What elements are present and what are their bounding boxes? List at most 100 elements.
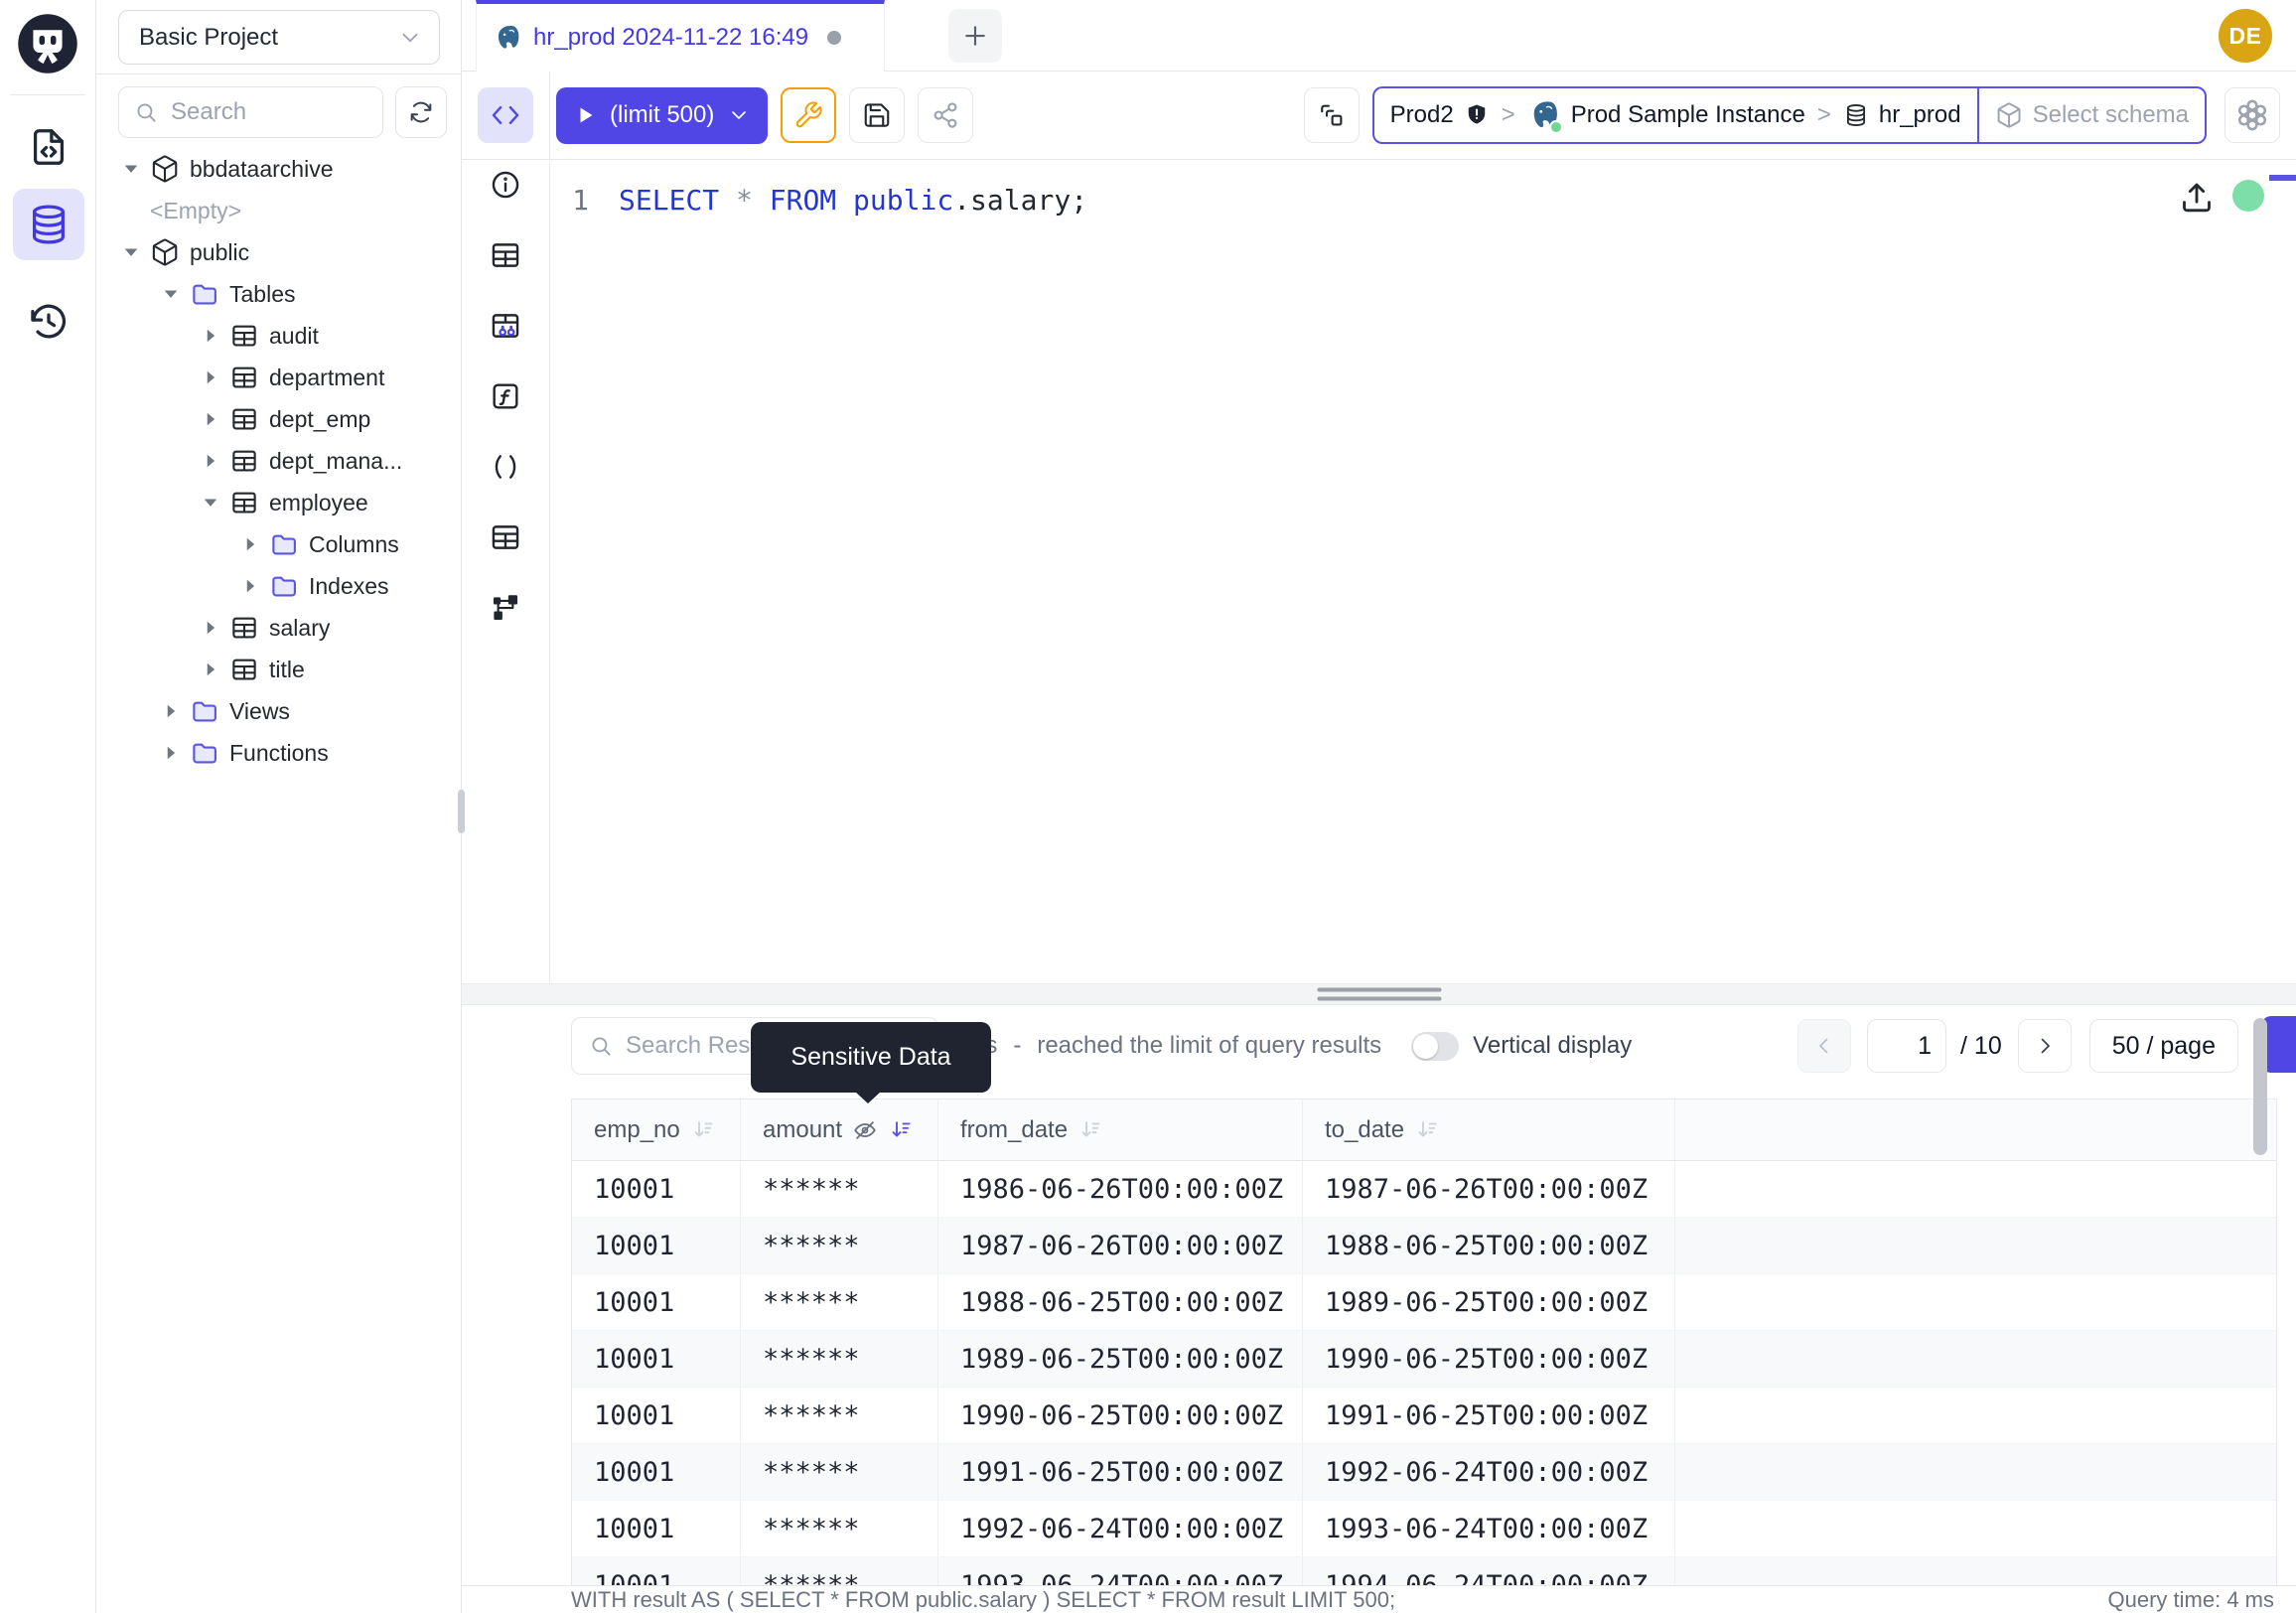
caret-down-icon[interactable] — [158, 281, 184, 307]
bytebase-logo-icon[interactable] — [13, 9, 82, 78]
table-row[interactable]: 10001******1989-06-25T00:00:00Z1990-06-2… — [572, 1331, 2276, 1388]
tree-item-views[interactable]: Views — [96, 690, 461, 732]
instance-status-dot — [1549, 120, 1563, 134]
sort-icon[interactable] — [1077, 1116, 1104, 1143]
tree-item-audit[interactable]: audit — [96, 315, 461, 357]
tree-item-salary[interactable]: salary — [96, 607, 461, 649]
tree-item-tables[interactable]: Tables — [96, 273, 461, 315]
table-cell: 1986-06-26T00:00:00Z — [938, 1161, 1303, 1217]
tree-item-label: Views — [229, 698, 290, 725]
caret-down-icon[interactable] — [118, 239, 144, 265]
caret-right-icon[interactable] — [158, 698, 184, 724]
share-button[interactable] — [918, 87, 973, 143]
table-cell — [1675, 1501, 2276, 1556]
tree-item-department[interactable]: department — [96, 357, 461, 398]
tree-item-columns[interactable]: Columns — [96, 523, 461, 565]
sort-icon[interactable] — [690, 1116, 717, 1143]
tree-item-dept-emp[interactable]: dept_emp — [96, 398, 461, 440]
table-strip-button[interactable] — [484, 233, 527, 277]
table-row[interactable]: 10001******1988-06-25T00:00:00Z1989-06-2… — [572, 1274, 2276, 1331]
prev-page-button[interactable] — [1797, 1019, 1851, 1073]
table-cell: 10001 — [572, 1274, 741, 1330]
avatar[interactable]: DE — [2219, 9, 2272, 63]
run-query-button[interactable]: (limit 500) — [556, 87, 768, 144]
caret-right-icon[interactable] — [237, 573, 263, 599]
history-nav-button[interactable] — [13, 286, 84, 358]
table-icon — [229, 655, 259, 684]
column-label: to_date — [1325, 1116, 1404, 1144]
column-header-amount[interactable]: amount — [741, 1100, 938, 1160]
table-row[interactable]: 10001******1992-06-24T00:00:00Z1993-06-2… — [572, 1501, 2276, 1557]
refresh-button[interactable] — [395, 86, 447, 138]
column-header-emp_no[interactable]: emp_no — [572, 1100, 741, 1160]
tree-item-functions[interactable]: Functions — [96, 732, 461, 774]
caret-right-icon[interactable] — [198, 615, 223, 641]
sidebar-resize-handle[interactable] — [458, 790, 465, 833]
tree-item-bbdataarchive[interactable]: bbdataarchive — [96, 148, 461, 190]
wrench-tool-button[interactable] — [781, 87, 836, 143]
table-cell: ****** — [741, 1388, 938, 1443]
format-button[interactable] — [1304, 87, 1360, 143]
caret-right-icon[interactable] — [237, 531, 263, 557]
vertical-display-toggle[interactable] — [1411, 1032, 1459, 1061]
schema-cube-icon — [1995, 101, 2023, 129]
results-scrollbar[interactable] — [2253, 1018, 2267, 1155]
tree-item-label: Columns — [309, 531, 399, 558]
table-strip-button[interactable] — [484, 515, 527, 559]
upload-button[interactable] — [2177, 178, 2217, 218]
tree-item-label: employee — [269, 490, 368, 516]
caret-right-icon[interactable] — [198, 657, 223, 682]
ai-assistant-button[interactable] — [2224, 87, 2280, 143]
line-number: 1 — [551, 179, 619, 222]
table-row[interactable]: 10001******1987-06-26T00:00:00Z1988-06-2… — [572, 1218, 2276, 1274]
column-header-from_date[interactable]: from_date — [938, 1100, 1303, 1160]
function-strip-button[interactable] — [484, 374, 527, 418]
table-cell: 1987-06-26T00:00:00Z — [938, 1218, 1303, 1273]
table-row[interactable]: 10001******1993-06-24T00:00:00Z1994-06-2… — [572, 1557, 2276, 1585]
sort-icon[interactable] — [888, 1116, 915, 1143]
format-icon — [1317, 100, 1347, 130]
tree-item-label: Tables — [229, 281, 295, 308]
caret-down-icon[interactable] — [118, 156, 144, 182]
caret-right-icon[interactable] — [198, 323, 223, 349]
tree-item-label: public — [190, 239, 249, 266]
tree-item-title[interactable]: title — [96, 649, 461, 690]
sidebar-search-input[interactable]: Search — [118, 86, 383, 138]
schema-selector[interactable]: Select schema — [1977, 86, 2207, 144]
caret-right-icon[interactable] — [198, 365, 223, 390]
table-row[interactable]: 10001******1986-06-26T00:00:00Z1987-06-2… — [572, 1161, 2276, 1218]
parentheses-strip-button[interactable] — [484, 445, 527, 489]
page-number-input[interactable]: 1 — [1867, 1019, 1946, 1073]
panel-splitter[interactable] — [462, 983, 2296, 1005]
worksheet-nav-button[interactable] — [13, 111, 84, 183]
table-row[interactable]: 10001******1991-06-25T00:00:00Z1992-06-2… — [572, 1444, 2276, 1501]
project-selector[interactable]: Basic Project — [118, 10, 440, 65]
column-header-to_date[interactable]: to_date — [1303, 1100, 1675, 1160]
connection-status-dot-icon — [2232, 180, 2264, 212]
vertical-display-label: Vertical display — [1473, 1032, 1632, 1060]
caret-right-icon[interactable] — [198, 406, 223, 432]
tree-item-public[interactable]: public — [96, 231, 461, 273]
sql-editor-toggle-button[interactable] — [478, 87, 533, 143]
tree-item-employee[interactable]: employee — [96, 482, 461, 523]
next-page-button[interactable] — [2018, 1019, 2072, 1073]
table-cell: ****** — [741, 1274, 938, 1330]
results-table: emp_noamountfrom_dateto_date10001******1… — [571, 1099, 2277, 1585]
tree-item-indexes[interactable]: Indexes — [96, 565, 461, 607]
connection-breadcrumb[interactable]: Prod2 > Prod Sample Instance > hr_prod — [1372, 86, 1977, 144]
caret-down-icon[interactable] — [198, 490, 223, 515]
info-strip-button[interactable] — [484, 163, 527, 207]
page-size-select[interactable]: 50 / page — [2089, 1019, 2238, 1073]
diagram-strip-button[interactable] — [484, 586, 527, 630]
sort-icon[interactable] — [1414, 1116, 1441, 1143]
table-search-strip-button[interactable] — [484, 304, 527, 348]
tab-hr-prod[interactable]: hr_prod 2024-11-22 16:49 — [476, 0, 885, 72]
sql-editor[interactable]: 1 SELECT * FROM public.salary; — [551, 179, 2187, 222]
new-tab-button[interactable] — [948, 9, 1002, 63]
save-button[interactable] — [849, 87, 905, 143]
tree-item-dept-mana-[interactable]: dept_mana... — [96, 440, 461, 482]
table-row[interactable]: 10001******1990-06-25T00:00:00Z1991-06-2… — [572, 1388, 2276, 1444]
caret-right-icon[interactable] — [158, 740, 184, 766]
caret-right-icon[interactable] — [198, 448, 223, 474]
database-nav-button[interactable] — [13, 189, 84, 260]
